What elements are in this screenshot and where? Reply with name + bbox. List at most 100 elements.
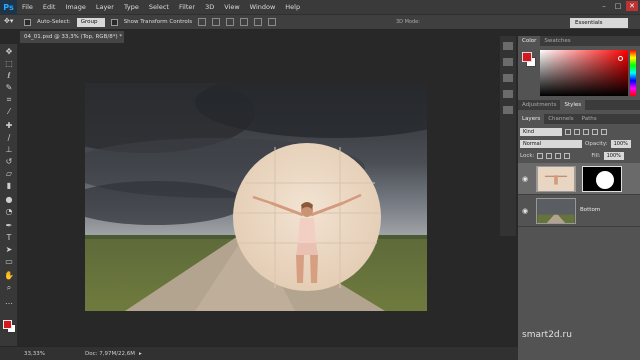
3d-mode-label: 3D Mode: (396, 19, 420, 25)
properties-panel-icon[interactable] (503, 58, 513, 66)
maximize-icon[interactable]: □ (612, 1, 624, 11)
filter-shape-icon[interactable] (592, 128, 598, 135)
filter-type-icon[interactable] (583, 128, 589, 135)
move-icon[interactable]: ✥ (3, 46, 15, 57)
fill-field[interactable]: 100% (603, 151, 624, 160)
align-right-icon[interactable] (268, 18, 277, 26)
auto-select-dropdown[interactable]: Group (76, 17, 105, 27)
filter-pixel-icon[interactable] (565, 128, 571, 135)
layer-mask-thumbnail[interactable] (582, 166, 622, 192)
tab-color[interactable]: Color (518, 36, 541, 46)
quick-select-icon[interactable]: ✎ (3, 82, 15, 93)
foreground-color-swatch[interactable] (3, 320, 12, 329)
filter-adjustment-icon[interactable] (574, 128, 580, 135)
path-select-icon[interactable]: ➤ (3, 244, 15, 255)
workspace-dropdown[interactable]: Essentials (570, 18, 628, 28)
brush-presets-icon[interactable] (503, 90, 513, 98)
healing-icon[interactable]: ✚ (3, 120, 15, 131)
tab-paths[interactable]: Paths (578, 114, 601, 124)
color-panel: Color Swatches (518, 36, 640, 98)
brush-icon[interactable]: ∕ (3, 132, 15, 143)
layer-row-bottom[interactable]: ◉ Bottom (518, 195, 640, 227)
show-transform-label: Show Transform Controls (123, 19, 193, 25)
photoshop-logo: Ps (0, 0, 17, 14)
menu-file[interactable]: File (17, 3, 38, 11)
eyedropper-icon[interactable]: ⁄ (3, 106, 15, 117)
character-panel-icon[interactable] (503, 106, 513, 114)
rectangle-icon[interactable]: ▭ (3, 256, 15, 267)
lock-label: Lock: (520, 152, 535, 159)
lock-pixels-icon[interactable] (546, 152, 553, 159)
tools-panel: ✥ ⬚ ℓ ✎ ⌗ ⁄ ✚ ∕ ⊥ ↺ ▱ ▮ ● ◔ ✒ T ➤ ▭ ✋ ⌕ … (0, 44, 18, 346)
menu-view[interactable]: View (219, 3, 244, 11)
menu-image[interactable]: Image (60, 3, 90, 11)
gradient-icon[interactable]: ▮ (3, 180, 15, 191)
pen-icon[interactable]: ✒ (3, 220, 15, 231)
eraser-icon[interactable]: ▱ (3, 168, 15, 179)
crop-icon[interactable]: ⌗ (3, 94, 15, 105)
opacity-label: Opacity: (585, 140, 608, 147)
lock-position-icon[interactable] (555, 152, 562, 159)
canvas-area[interactable] (19, 43, 497, 346)
status-arrow-icon[interactable]: ▸ (139, 351, 142, 357)
tab-adjustments[interactable]: Adjustments (518, 100, 560, 110)
history-brush-icon[interactable]: ↺ (3, 156, 15, 167)
align-top-icon[interactable] (198, 18, 207, 26)
watermark: smart2d.ru (522, 330, 572, 340)
info-panel-icon[interactable] (503, 74, 513, 82)
blend-mode-dropdown[interactable]: Normal (520, 139, 582, 148)
hue-slider[interactable] (630, 50, 636, 96)
menu-select[interactable]: Select (144, 3, 174, 11)
blur-icon[interactable]: ● (3, 194, 15, 205)
layer-thumbnail (536, 198, 576, 224)
tab-styles[interactable]: Styles (560, 100, 586, 110)
menu-3d[interactable]: 3D (200, 3, 219, 11)
eye-icon[interactable]: ◉ (522, 207, 528, 215)
tab-layers[interactable]: Layers (518, 114, 545, 124)
align-middle-icon[interactable] (212, 18, 221, 26)
menu-layer[interactable]: Layer (91, 3, 119, 11)
lasso-icon[interactable]: ℓ (3, 70, 15, 81)
tab-swatches[interactable]: Swatches (540, 36, 574, 46)
tab-channels[interactable]: Channels (544, 114, 577, 124)
marquee-icon[interactable]: ⬚ (3, 58, 15, 69)
menu-filter[interactable]: Filter (174, 3, 200, 11)
window-controls: – □ ✕ (598, 1, 638, 11)
history-panel-icon[interactable] (503, 42, 513, 50)
layer-name[interactable]: Bottom (580, 207, 600, 213)
panels-dock: Color Swatches Adjustments Styles Layers… (518, 36, 640, 360)
minimize-icon[interactable]: – (598, 1, 610, 11)
layer-filter-dropdown[interactable]: Kind (520, 127, 562, 136)
show-transform-checkbox[interactable] (110, 18, 118, 26)
color-picker-field[interactable] (540, 50, 628, 96)
clone-stamp-icon[interactable]: ⊥ (3, 144, 15, 155)
layer-thumbnail (536, 166, 576, 192)
foreground-color-chip[interactable] (522, 52, 532, 62)
close-icon[interactable]: ✕ (626, 1, 638, 11)
layer-row-top[interactable]: ◉ (518, 163, 640, 195)
menu-type[interactable]: Type (119, 3, 144, 11)
color-picker-marker[interactable] (618, 56, 623, 61)
hand-icon[interactable]: ✋ (3, 270, 15, 281)
filter-smart-object-icon[interactable] (601, 128, 607, 135)
more-tools-icon[interactable]: … (3, 296, 15, 307)
opacity-field[interactable]: 100% (610, 139, 631, 148)
lock-transparency-icon[interactable] (537, 152, 544, 159)
align-center-icon[interactable] (254, 18, 263, 26)
auto-select-label: Auto-Select: (37, 19, 71, 25)
zoom-level[interactable]: 33,33% (24, 351, 45, 357)
eye-icon[interactable]: ◉ (522, 175, 528, 183)
lock-all-icon[interactable] (564, 152, 571, 159)
type-icon[interactable]: T (3, 232, 15, 243)
zoom-icon[interactable]: ⌕ (3, 282, 15, 293)
align-left-icon[interactable] (240, 18, 249, 26)
document-image[interactable] (85, 83, 427, 311)
auto-select-checkbox[interactable] (24, 18, 31, 26)
move-tool-preset-icon[interactable]: ✥▾ (4, 17, 18, 27)
align-bottom-icon[interactable] (226, 18, 235, 26)
dodge-icon[interactable]: ◔ (3, 206, 15, 217)
menu-edit[interactable]: Edit (38, 3, 61, 11)
menu-help[interactable]: Help (280, 3, 305, 11)
menu-window[interactable]: Window (245, 3, 281, 11)
document-tab[interactable]: 04_01.psd @ 33,3% (Top, RGB/8*) * (20, 31, 124, 43)
